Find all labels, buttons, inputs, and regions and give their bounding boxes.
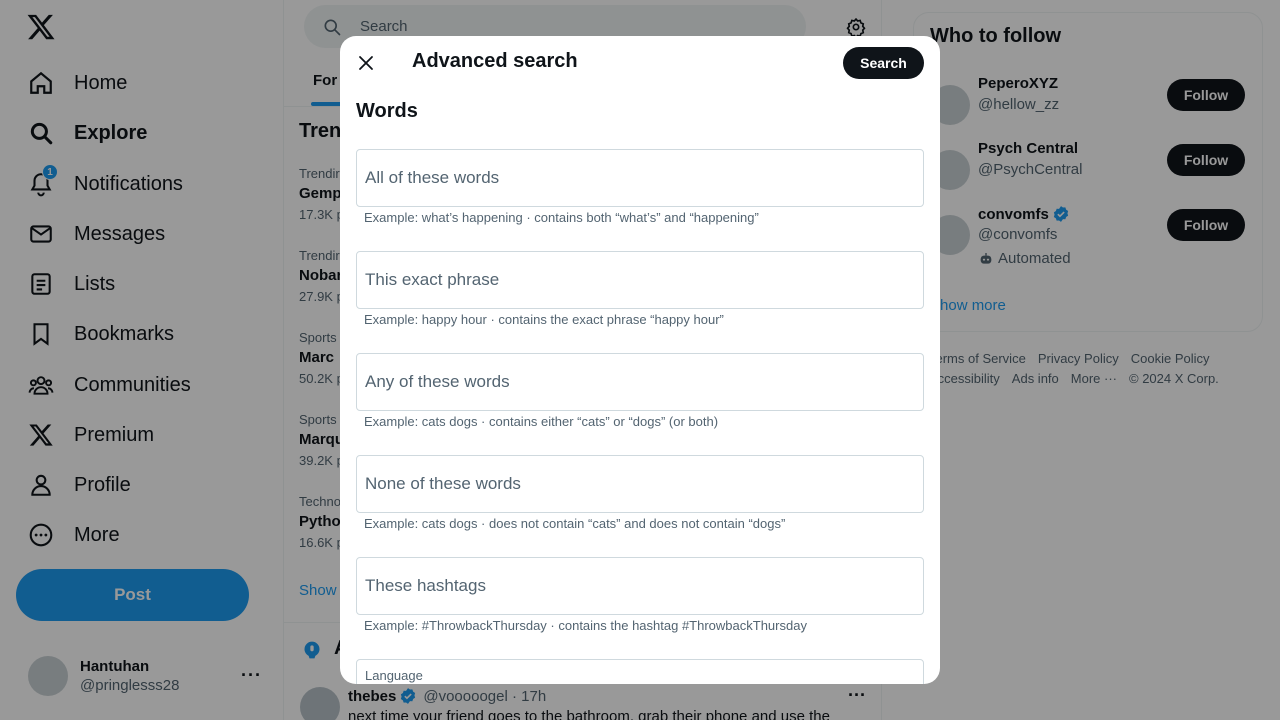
- close-icon: [359, 56, 373, 70]
- close-button[interactable]: [350, 47, 382, 79]
- none-words-input[interactable]: [357, 456, 923, 512]
- exact-phrase-input[interactable]: [357, 252, 923, 308]
- field-hint: Example: cats dogs · does not contain “c…: [364, 516, 786, 531]
- advanced-search-dialog: Advanced search Search Words Example: wh…: [340, 36, 940, 684]
- exact-phrase-field[interactable]: [356, 251, 924, 309]
- section-title-words: Words: [356, 100, 418, 122]
- search-button[interactable]: Search: [843, 47, 924, 79]
- any-words-field[interactable]: [356, 353, 924, 411]
- dialog-title: Advanced search: [412, 50, 578, 72]
- field-hint: Example: happy hour · contains the exact…: [364, 312, 724, 327]
- field-hint: Example: cats dogs · contains either “ca…: [364, 414, 719, 429]
- language-label: Language: [365, 668, 423, 683]
- any-words-input[interactable]: [357, 354, 923, 410]
- none-words-field[interactable]: [356, 455, 924, 513]
- field-hint: Example: #ThrowbackThursday · contains t…: [364, 618, 807, 633]
- language-select[interactable]: Language: [356, 659, 924, 684]
- all-words-field[interactable]: [356, 149, 924, 207]
- all-words-input[interactable]: [357, 150, 923, 206]
- hashtags-input[interactable]: [357, 558, 923, 614]
- hashtags-field[interactable]: [356, 557, 924, 615]
- field-hint: Example: what’s happening · contains bot…: [364, 210, 759, 225]
